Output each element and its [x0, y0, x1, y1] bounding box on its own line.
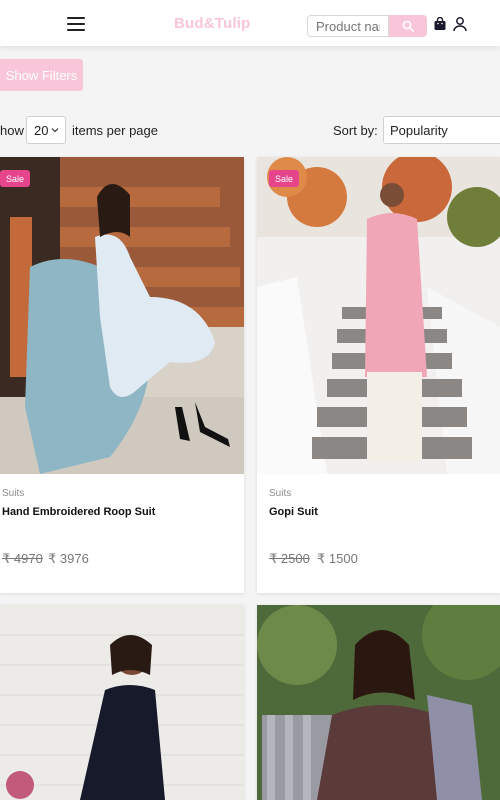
sort-select[interactable]: Popularity: [383, 116, 500, 144]
items-per-page-label: items per page: [72, 123, 158, 138]
items-per-page-value: 20: [34, 122, 49, 138]
chevron-down-icon: [51, 128, 59, 133]
search-icon: [402, 20, 414, 32]
site-header: Bud&Tulip: [0, 0, 500, 46]
product-card[interactable]: Sale Suits Hand Embroidered Roop Suit ₹ …: [0, 157, 244, 593]
product-image[interactable]: [257, 157, 500, 474]
show-filters-button[interactable]: Show Filters: [0, 59, 83, 91]
sort-value: Popularity: [390, 122, 448, 138]
sale-badge: Sale: [0, 170, 30, 187]
shopping-bag-icon[interactable]: [433, 17, 447, 31]
product-price: ₹ 3976: [48, 551, 89, 566]
product-price: ₹ 1500: [317, 551, 358, 566]
product-old-price: ₹ 4970: [2, 551, 43, 566]
user-icon[interactable]: [452, 16, 468, 32]
search-button[interactable]: [389, 15, 427, 37]
search-bar: [307, 15, 427, 37]
items-per-page-select[interactable]: 20: [26, 116, 66, 144]
site-logo[interactable]: Bud&Tulip: [174, 15, 251, 32]
product-old-price: ₹ 2500: [269, 551, 310, 566]
product-image[interactable]: [257, 605, 500, 800]
product-card[interactable]: [257, 605, 500, 800]
product-name[interactable]: Hand Embroidered Roop Suit: [2, 506, 155, 518]
sort-label: Sort by:: [333, 123, 378, 138]
show-label: how: [0, 123, 24, 138]
product-category[interactable]: Suits: [2, 488, 24, 499]
product-name[interactable]: Gopi Suit: [269, 506, 318, 518]
product-image[interactable]: [0, 157, 244, 474]
sale-badge: Sale: [269, 170, 299, 187]
product-card[interactable]: Sale Suits Gopi Suit ₹ 2500 ₹ 1500: [257, 157, 500, 593]
menu-icon[interactable]: [67, 17, 85, 31]
product-image[interactable]: [0, 605, 244, 800]
search-input[interactable]: [307, 15, 389, 37]
product-card[interactable]: [0, 605, 244, 800]
product-category[interactable]: Suits: [269, 488, 291, 499]
